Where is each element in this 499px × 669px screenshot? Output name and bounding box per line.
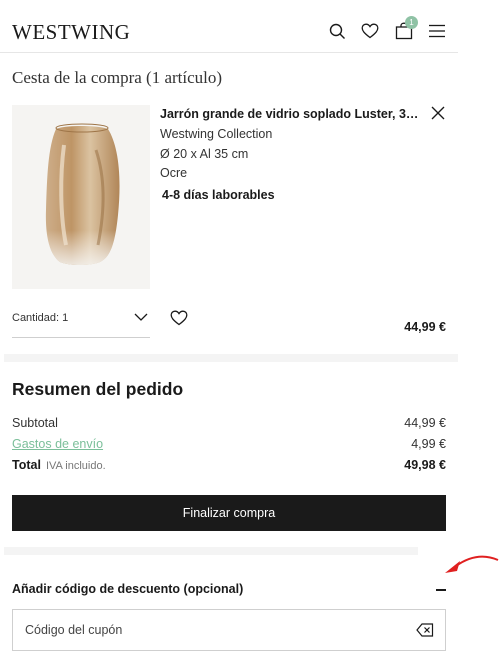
total-label: Total [12,458,41,472]
chevron-down-icon [134,313,148,321]
shipping-costs-link[interactable]: Gastos de envío [12,437,103,451]
section-divider [4,354,458,362]
cart-title: Cesta de la compra (1 artículo) [12,68,223,87]
product-color: Ocre [160,166,188,180]
product-size: Ø 20 x Al 35 cm [160,147,249,161]
collapse-discount-button[interactable] [436,589,446,591]
close-icon [431,106,445,120]
checkout-button[interactable]: Finalizar compra [12,495,446,531]
section-divider [4,547,418,555]
total-label-row: Total IVA incluido. [12,458,106,472]
vat-note: IVA incluido. [45,460,106,472]
product-brand: Westwing Collection [160,127,273,141]
westwing-logo[interactable]: WESTWING [12,20,130,45]
quantity-label: Cantidad: 1 [12,312,69,324]
quantity-select[interactable]: Cantidad: 1 [12,309,150,338]
product-image[interactable] [12,105,150,289]
add-to-wishlist-button[interactable] [170,310,188,326]
annotation-arrow-icon [445,555,499,573]
heart-icon[interactable] [360,20,380,42]
discount-code-title[interactable]: Añadir código de descuento (opcional) [12,582,243,596]
delivery-time: 4-8 días laborables [162,188,275,202]
remove-item-button[interactable] [431,106,445,120]
search-icon[interactable] [327,20,347,42]
backspace-icon [416,623,434,637]
cart-count-badge: 1 [405,16,418,29]
coupon-input[interactable] [25,610,405,650]
subtotal-value: 44,99 € [404,416,446,430]
item-price: 44,99 € [404,320,446,334]
coupon-field [12,609,446,651]
total-value: 49,98 € [404,458,446,472]
subtotal-label: Subtotal [12,416,58,430]
menu-icon[interactable] [427,20,447,42]
site-header: WESTWING 1 [0,0,458,53]
heart-icon [170,310,188,326]
product-name[interactable]: Jarrón grande de vidrio soplado Luster, … [160,107,420,121]
shipping-value: 4,99 € [411,437,446,451]
clear-coupon-button[interactable] [416,623,434,637]
order-summary-title: Resumen del pedido [12,379,184,399]
cart-icon[interactable]: 1 [394,16,418,42]
